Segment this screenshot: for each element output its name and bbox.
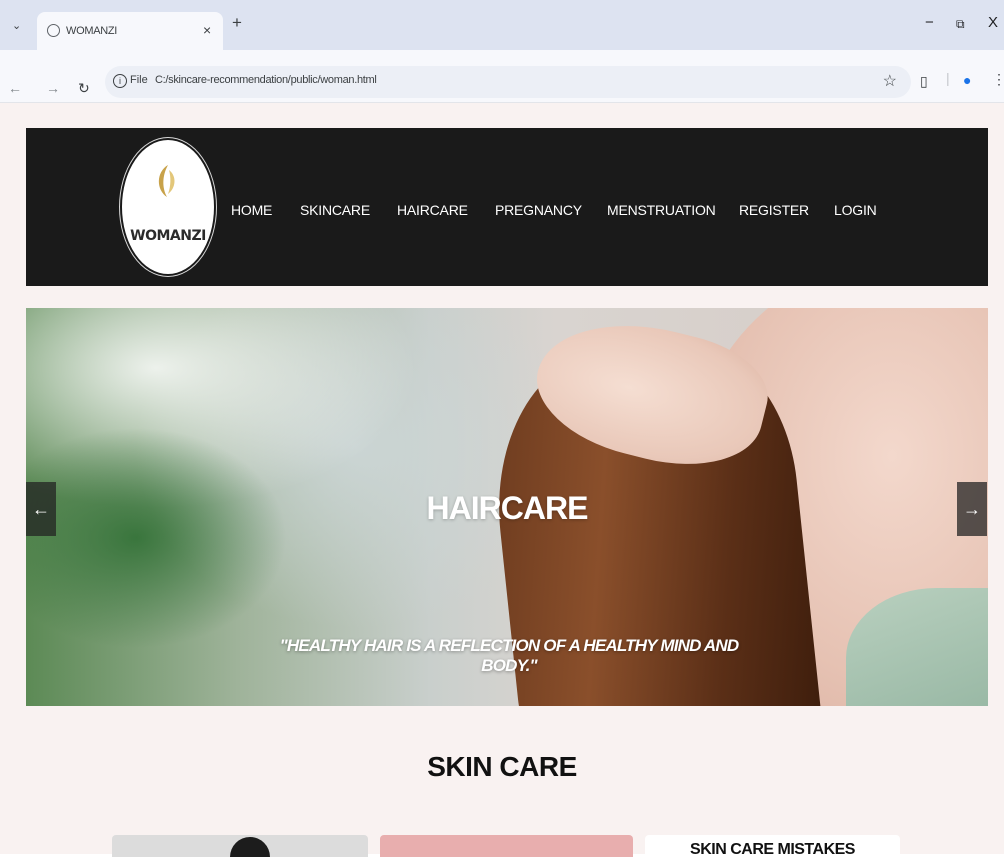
site-header: WOMANZI HOME SKINCARE HAIRCARE PREGNANCY… (26, 128, 988, 286)
toolbar-divider: | (946, 70, 950, 86)
back-arrow-icon[interactable]: ← (8, 80, 22, 96)
hero-carousel: HAIRCARE "HEALTHY HAIR IS A REFLECTION O… (26, 308, 988, 706)
skin-care-heading: SKIN CARE (427, 751, 577, 782)
site-logo[interactable]: WOMANZI (122, 140, 214, 274)
hero-quote: "HEALTHY HAIR IS A REFLECTION OF A HEALT… (279, 636, 739, 675)
favicon-icon (47, 24, 60, 37)
carousel-next-button[interactable]: → (957, 482, 987, 536)
reload-icon[interactable]: ↻ (78, 80, 90, 97)
nav-home[interactable]: HOME (231, 202, 272, 218)
close-window-button[interactable]: X (988, 14, 998, 31)
minimize-button[interactable]: − (925, 14, 934, 31)
leaf-logo-icon (158, 165, 175, 197)
browser-tab[interactable]: WOMANZI × (37, 12, 223, 50)
profile-avatar-icon[interactable]: ● (963, 72, 971, 88)
tab-title: WOMANZI (66, 25, 118, 37)
tab-close-button[interactable]: × (203, 22, 211, 38)
nav-register[interactable]: REGISTER (739, 202, 809, 218)
file-scheme-label: File (130, 74, 148, 86)
nav-pregnancy[interactable]: PREGNANCY (495, 202, 582, 218)
nav-menstruation[interactable]: MENSTRUATION (607, 202, 716, 218)
browser-menu-icon[interactable]: ⋮ (992, 71, 1004, 88)
forward-arrow-icon[interactable]: → (46, 80, 60, 96)
carousel-prev-button[interactable]: ← (26, 482, 56, 536)
restore-button[interactable]: ⧉ (956, 17, 965, 32)
tab-search-icon[interactable]: ⌄ (12, 19, 21, 32)
new-tab-button[interactable]: + (232, 13, 242, 33)
url-text[interactable]: C:/skincare-recommendation/public/woman.… (155, 74, 377, 86)
page-viewport: WOMANZI HOME SKINCARE HAIRCARE PREGNANCY… (0, 103, 1004, 857)
address-bar[interactable]: i File C:/skincare-recommendation/public… (105, 66, 911, 98)
browser-tab-strip: ⌄ WOMANZI × + − ⧉ X (0, 0, 1004, 50)
extensions-icon[interactable]: ▯ (920, 73, 928, 90)
nav-login[interactable]: LOGIN (834, 202, 877, 218)
hero-title: HAIRCARE (426, 490, 589, 526)
nav-skincare[interactable]: SKINCARE (300, 202, 370, 218)
info-icon[interactable]: i (113, 74, 127, 88)
bookmark-star-icon[interactable]: ☆ (883, 71, 897, 91)
card-title: SKIN CARE MISTAKES (690, 841, 855, 857)
nav-haircare[interactable]: HAIRCARE (397, 202, 468, 218)
card-image (230, 837, 270, 857)
logo-text: WOMANZI (130, 228, 206, 244)
